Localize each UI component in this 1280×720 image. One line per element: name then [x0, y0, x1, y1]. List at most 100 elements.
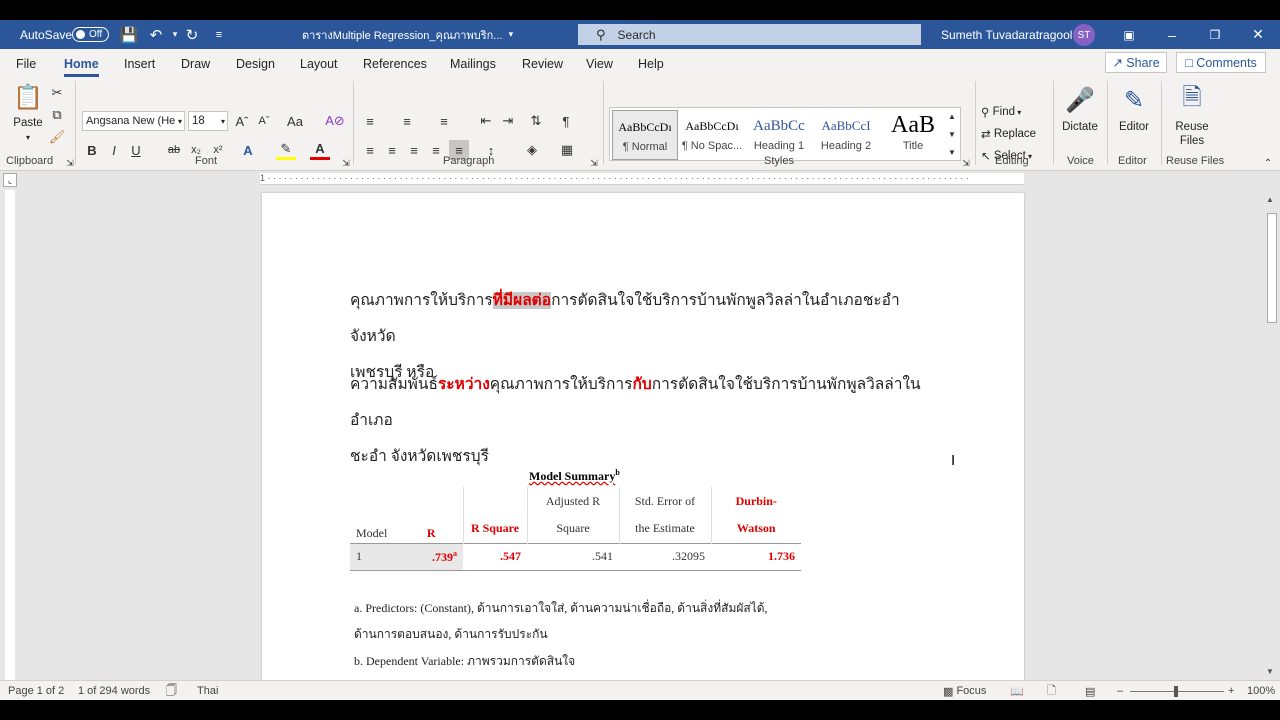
tab-view[interactable]: View [586, 49, 613, 77]
styles-scroll-up-icon[interactable]: ▲ [944, 108, 960, 125]
tab-mailings[interactable]: Mailings [450, 49, 496, 77]
web-layout-icon[interactable]: ▤ [1085, 681, 1095, 700]
note-a-line-2: ด้านการตอบสนอง, ด้านการรับประกัน [354, 627, 548, 641]
zoom-level[interactable]: 100% [1247, 681, 1275, 700]
decrease-indent-icon[interactable]: ⇤ [476, 111, 496, 131]
styles-scroll-down-icon[interactable]: ▼ [944, 126, 960, 143]
table-row[interactable]: 1 .739a .547 .541 .32095 1.736 [350, 543, 801, 570]
avatar[interactable]: ST [1073, 24, 1095, 46]
show-formatting-icon[interactable]: ¶ [556, 111, 576, 131]
tab-insert[interactable]: Insert [124, 49, 155, 77]
autosave-toggle[interactable]: Off [72, 27, 109, 42]
paragraph-launcher-icon[interactable]: ⇲ [584, 153, 604, 173]
dictate-label[interactable]: Dictate [1058, 119, 1102, 135]
tab-review[interactable]: Review [522, 49, 563, 77]
style-heading-1[interactable]: AaBbCc Heading 1 [746, 110, 812, 160]
ribbon-display-options-icon[interactable]: ▣ [1106, 20, 1152, 49]
paste-dropdown-icon[interactable]: ▾ [18, 131, 38, 143]
save-icon[interactable]: 💾 [118, 20, 140, 49]
scroll-up-icon[interactable]: ▲ [1266, 195, 1274, 204]
model-summary-table[interactable]: Adjusted R Std. Error of Durbin- Model R… [350, 487, 801, 571]
increase-indent-icon[interactable]: ⇥ [498, 111, 518, 131]
editor-label[interactable]: Editor [1112, 119, 1156, 135]
customize-qat-icon[interactable]: ≡ [208, 20, 230, 49]
style-normal[interactable]: AaBbCcDı ¶ Normal [612, 110, 678, 160]
microphone-icon[interactable]: 🎤 [1064, 81, 1096, 119]
style-heading-2[interactable]: AaBbCcI Heading 2 [813, 110, 879, 160]
share-button[interactable]: ↗ Share [1105, 52, 1167, 73]
vertical-scrollbar[interactable]: ▲ ▼ [1263, 193, 1280, 683]
comments-button[interactable]: □ Comments [1176, 52, 1266, 73]
zoom-out-icon[interactable]: – [1117, 681, 1123, 700]
format-painter-icon[interactable]: 🖌 [47, 127, 67, 147]
styles-launcher-icon[interactable]: ⇲ [956, 153, 976, 173]
text-effects-icon[interactable]: A [238, 140, 258, 160]
tab-home[interactable]: Home [64, 49, 99, 77]
italic-icon[interactable]: I [104, 140, 124, 160]
scrollbar-thumb[interactable] [1267, 213, 1277, 323]
zoom-slider[interactable] [1130, 681, 1224, 700]
tab-layout[interactable]: Layout [300, 49, 338, 77]
grow-font-icon[interactable]: Aˆ [232, 111, 252, 131]
tab-help[interactable]: Help [638, 49, 664, 77]
change-case-icon[interactable]: Aa [285, 111, 305, 131]
scroll-down-icon[interactable]: ▼ [1266, 667, 1274, 676]
highlight-icon[interactable]: ✎ [276, 140, 296, 160]
table-title: Model Summaryb [529, 468, 620, 483]
shading-icon[interactable]: ◈ [522, 140, 542, 160]
shrink-font-icon[interactable]: Aˇ [254, 111, 274, 131]
close-icon[interactable]: ✕ [1235, 20, 1280, 49]
print-layout-icon[interactable]: 🗋 [1047, 681, 1056, 700]
search-box[interactable]: ⚲ Search [578, 24, 921, 45]
numbering-icon[interactable]: ≡ [397, 111, 417, 131]
horizontal-ruler[interactable]: 1 · · · · · · · · · · · · · · · · · · · … [260, 173, 1024, 185]
font-size-box[interactable]: 18 ▾ [188, 111, 228, 131]
page-count[interactable]: Page 1 of 2 [8, 681, 64, 700]
tab-draw[interactable]: Draw [181, 49, 210, 77]
paste-label[interactable]: Paste [8, 115, 48, 131]
document-page[interactable]: คุณภาพการให้บริการที่มีผลต่อการตัดสินใจใ… [262, 193, 1024, 700]
align-right-icon[interactable]: ≡ [404, 140, 424, 160]
tab-design[interactable]: Design [236, 49, 275, 77]
borders-icon[interactable]: ▦ [557, 140, 577, 160]
multilevel-list-icon[interactable]: ≡ [434, 111, 454, 131]
tab-selector-icon[interactable]: ⌞ [3, 173, 17, 187]
font-color-icon[interactable]: A [310, 140, 330, 160]
clear-formatting-icon[interactable]: A⊘ [325, 111, 345, 131]
document-title[interactable]: ตารางMultiple Regression_คุณภาพบริก... ▾ [302, 20, 513, 49]
paragraph-2[interactable]: ความสัมพันธ์ระหว่างคุณภาพการให้บริการกับ… [350, 367, 940, 475]
style-no-spacing[interactable]: AaBbCcDı ¶ No Spac... [679, 110, 745, 160]
align-left-icon[interactable]: ≡ [360, 140, 380, 160]
editor-pen-icon[interactable]: ✎ [1118, 81, 1150, 119]
read-mode-icon[interactable]: 📖 [1010, 681, 1024, 700]
sort-icon[interactable]: ⇅ [526, 111, 546, 131]
zoom-in-icon[interactable]: + [1228, 681, 1234, 700]
word-count[interactable]: 1 of 294 words [78, 681, 150, 700]
reuse-files-label[interactable]: Reuse Files [1168, 119, 1216, 149]
copy-icon[interactable]: ⧉ [47, 105, 67, 125]
reuse-files-icon[interactable]: 🗎 [1176, 81, 1208, 119]
vertical-ruler[interactable] [5, 190, 15, 695]
underline-icon[interactable]: U [126, 140, 146, 160]
minimize-icon[interactable]: – [1149, 20, 1195, 49]
proofing-icon[interactable]: 🗍 [166, 681, 177, 700]
user-name[interactable]: Sumeth Tuvadaratragool [941, 20, 1072, 49]
restore-icon[interactable]: ❐ [1192, 20, 1238, 49]
style-title[interactable]: AaB Title [880, 110, 946, 160]
bold-icon[interactable]: B [82, 140, 102, 160]
language-indicator[interactable]: Thai [197, 681, 218, 700]
clipboard-launcher-icon[interactable]: ⇲ [60, 153, 80, 173]
font-name-box[interactable]: Angsana New (He ▾ [82, 111, 185, 131]
cut-icon[interactable]: ✂ [47, 83, 67, 103]
bullets-icon[interactable]: ≡ [360, 111, 380, 131]
tab-file[interactable]: File [16, 49, 36, 77]
focus-button[interactable]: ▩ Focus [943, 681, 986, 700]
strikethrough-icon[interactable]: ab [164, 140, 184, 160]
tab-references[interactable]: References [363, 49, 427, 77]
align-center-icon[interactable]: ≡ [382, 140, 402, 160]
collapse-ribbon-icon[interactable]: ⌃ [1258, 153, 1278, 173]
paste-icon[interactable]: 📋 [10, 81, 46, 113]
replace-button[interactable]: ⇄ Replace [981, 125, 1036, 143]
redo-icon[interactable]: ↻ [181, 20, 203, 49]
find-button[interactable]: ⚲ Find ▾ [981, 103, 1021, 121]
